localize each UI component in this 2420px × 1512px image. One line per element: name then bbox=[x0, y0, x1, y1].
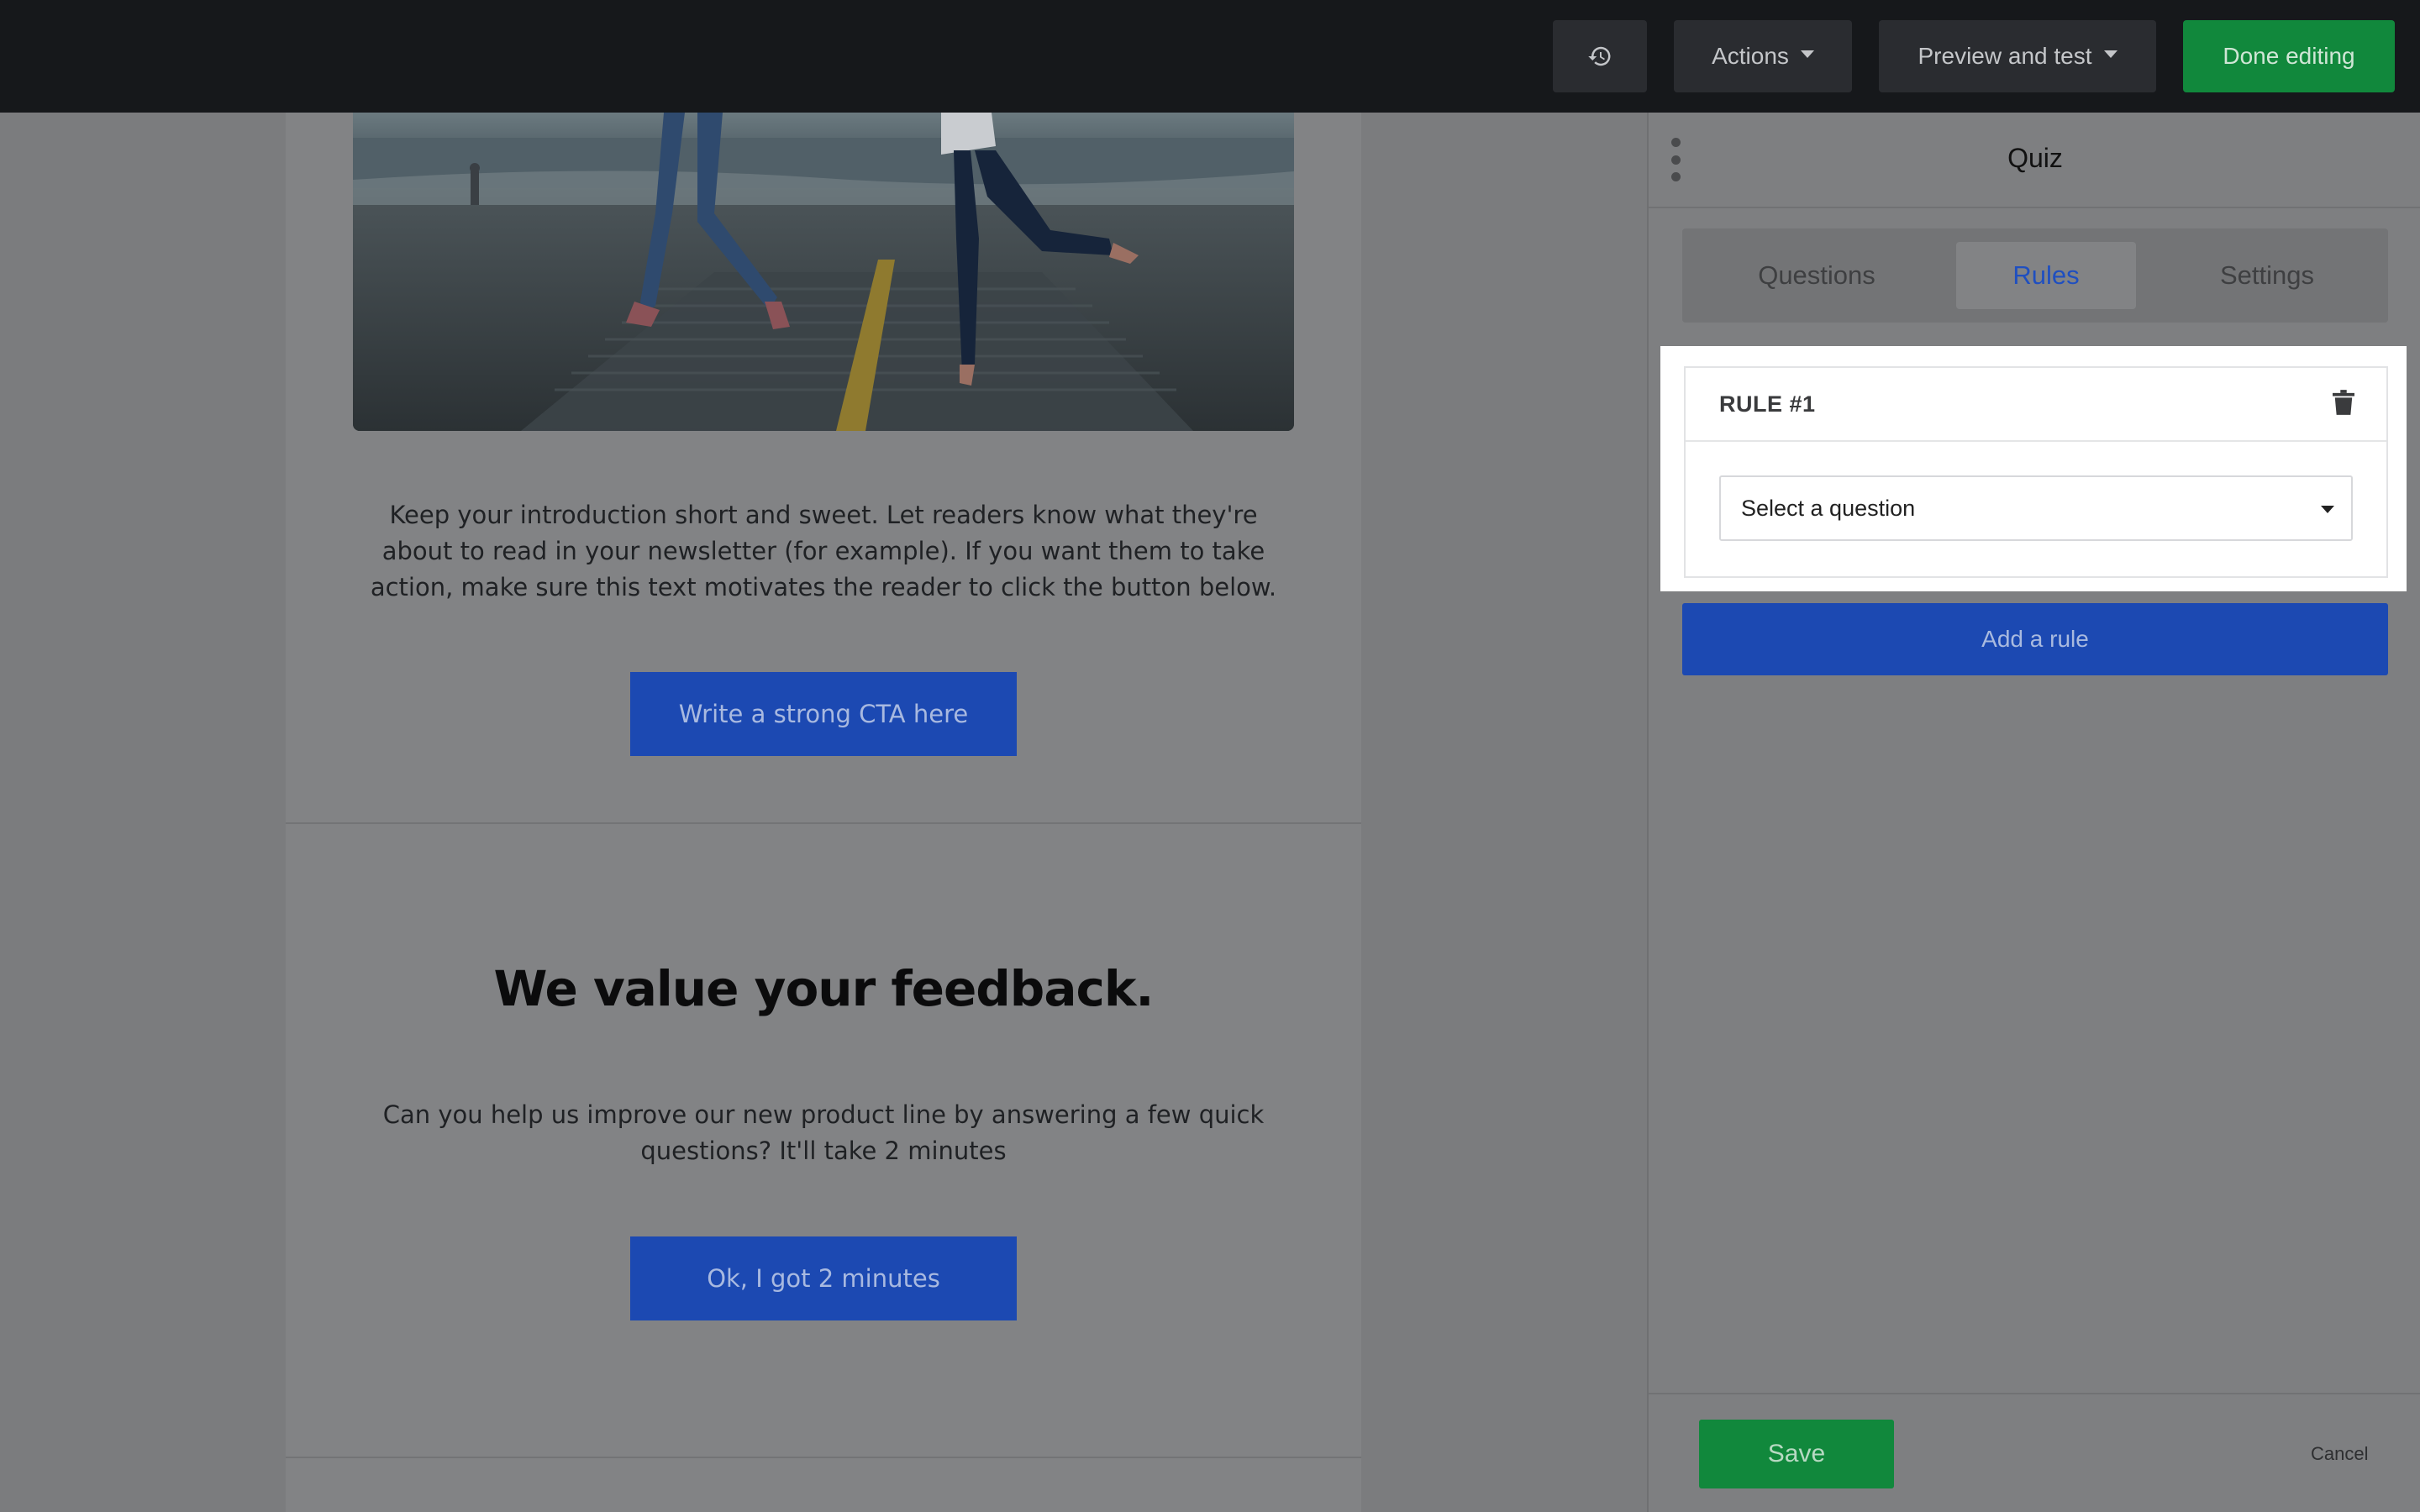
beach-photo bbox=[353, 113, 1294, 431]
email-canvas: Keep your introduction short and sweet. … bbox=[0, 113, 1647, 1512]
add-rule-button[interactable]: Add a rule bbox=[1682, 603, 2388, 675]
preview-and-test-dropdown[interactable]: Preview and test bbox=[1879, 20, 2156, 92]
rule-highlight: RULE #1 Select a question bbox=[1660, 346, 2407, 591]
tab-questions[interactable]: Questions bbox=[1716, 242, 1918, 309]
trash-icon[interactable] bbox=[2333, 390, 2354, 415]
feedback-cta-button[interactable]: Ok, I got 2 minutes bbox=[630, 1236, 1017, 1320]
panel-header: Quiz bbox=[1649, 113, 2420, 208]
quiz-settings-panel: Quiz Questions Rules Settings RULE #1 Se… bbox=[1647, 113, 2420, 1512]
panel-tabs: Questions Rules Settings bbox=[1682, 228, 2388, 323]
chevron-down-icon bbox=[1800, 50, 1814, 58]
panel-title: Quiz bbox=[2007, 143, 2063, 173]
actions-label: Actions bbox=[1712, 43, 1789, 69]
panel-footer: Save Cancel bbox=[1649, 1393, 2420, 1512]
done-editing-button[interactable]: Done editing bbox=[2183, 20, 2395, 92]
rule-header: RULE #1 bbox=[1686, 368, 2386, 442]
top-toolbar: Actions Preview and test Done editing bbox=[0, 0, 2420, 113]
cancel-link[interactable]: Cancel bbox=[2311, 1443, 2368, 1465]
question-select-value: Select a question bbox=[1741, 495, 1916, 521]
tab-rules[interactable]: Rules bbox=[1956, 242, 2136, 309]
history-button[interactable] bbox=[1553, 20, 1647, 92]
history-icon bbox=[1588, 46, 1611, 66]
actions-dropdown[interactable]: Actions bbox=[1674, 20, 1852, 92]
cta-button[interactable]: Write a strong CTA here bbox=[630, 672, 1017, 756]
section-divider bbox=[286, 1457, 1361, 1458]
rule-card: RULE #1 Select a question bbox=[1684, 366, 2388, 578]
email-body: Keep your introduction short and sweet. … bbox=[286, 113, 1361, 1512]
intro-paragraph: Keep your introduction short and sweet. … bbox=[370, 501, 1277, 601]
hero-image[interactable] bbox=[353, 113, 1294, 431]
chevron-down-icon bbox=[2103, 50, 2118, 58]
save-button[interactable]: Save bbox=[1699, 1420, 1894, 1488]
feedback-heading: We value your feedback. bbox=[493, 960, 1155, 1017]
tab-settings[interactable]: Settings bbox=[2175, 242, 2360, 309]
feedback-paragraph: Can you help us improve our new product … bbox=[382, 1100, 1265, 1165]
section-divider bbox=[286, 822, 1361, 824]
preview-label: Preview and test bbox=[1918, 43, 2092, 69]
chevron-down-icon bbox=[2321, 506, 2334, 513]
rule-title: RULE #1 bbox=[1719, 391, 1816, 417]
question-select[interactable]: Select a question bbox=[1719, 475, 2353, 541]
